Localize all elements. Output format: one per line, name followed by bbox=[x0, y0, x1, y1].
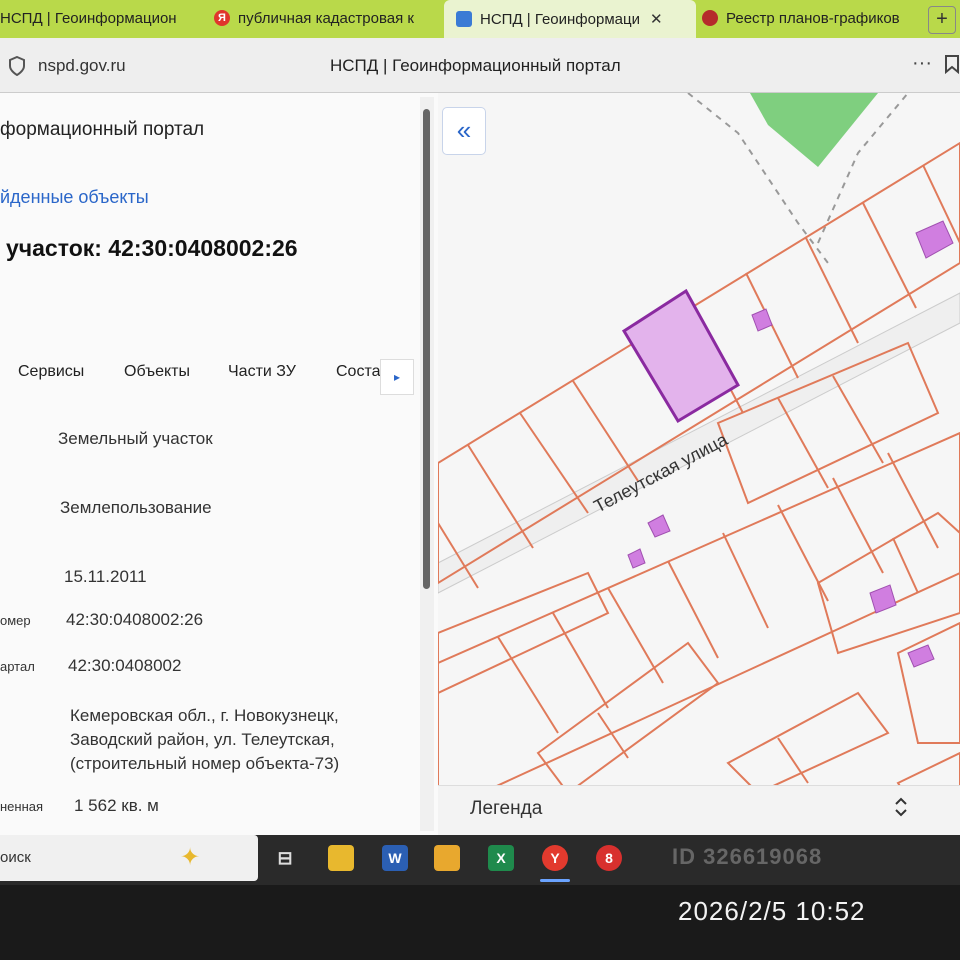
new-tab-button[interactable]: + bbox=[928, 6, 956, 34]
tab-label: НСПД | Геоинформацион bbox=[0, 9, 177, 27]
parcel-title: участок: 42:30:0408002:26 bbox=[6, 235, 298, 261]
address-line: (строительный номер объекта-73) bbox=[70, 754, 340, 773]
photo-timestamp: 2026/2/5 10:52 bbox=[678, 896, 866, 926]
search-placeholder: оиск bbox=[0, 849, 31, 866]
info-tabs: Сервисы Объекты Части ЗУ Соста ▸ bbox=[0, 359, 415, 395]
chevron-updown-icon[interactable] bbox=[894, 796, 908, 823]
found-objects-link[interactable]: йденные объекты bbox=[0, 187, 149, 208]
parcel-row-lower bbox=[438, 341, 960, 815]
tab-composition[interactable]: Соста bbox=[336, 363, 381, 381]
field-number-label: омер bbox=[0, 613, 31, 628]
tab-cadastral-map[interactable]: Я публичная кадастровая к bbox=[214, 0, 436, 36]
folder-icon[interactable] bbox=[434, 845, 460, 871]
page-title: НСПД | Геоинформационный портал bbox=[330, 56, 621, 75]
browser-tab-bar: НСПД | Геоинформацион Я публичная кадаст… bbox=[0, 0, 960, 38]
screen: НСПД | Геоинформацион Я публичная кадаст… bbox=[0, 0, 960, 885]
legend-bar[interactable]: Легенда bbox=[438, 785, 960, 835]
address-line: Заводский район, ул. Телеутская, bbox=[70, 730, 335, 749]
panel-scrollbar[interactable] bbox=[420, 97, 434, 831]
tab-nspd-1[interactable]: НСПД | Геоинформацион bbox=[0, 0, 200, 36]
field-type-value: Земельный участок bbox=[58, 429, 213, 448]
green-zone bbox=[750, 93, 878, 167]
map-canvas[interactable]: Телеутская улица bbox=[438, 93, 960, 835]
portal-title: формационный портал bbox=[0, 119, 205, 140]
field-number-value: 42:30:0408002:26 bbox=[66, 610, 204, 629]
address-bar: nspd.gov.ru НСПД | Геоинформационный пор… bbox=[0, 38, 960, 93]
os-taskbar: оиск ✦ ⊟ W X Y 8 ID 326619068 bbox=[0, 835, 960, 885]
field-area-label: ненная bbox=[0, 799, 44, 814]
active-app-indicator bbox=[540, 879, 570, 882]
field-quarter-value: 42:30:0408002 bbox=[68, 656, 182, 675]
field-area-value: 1 562 кв. м bbox=[74, 796, 159, 815]
field-subtype-value: Землепользование bbox=[60, 498, 212, 517]
file-explorer-icon[interactable] bbox=[328, 845, 354, 871]
tab-services[interactable]: Сервисы bbox=[18, 363, 84, 381]
field-address-value: Кемеровская обл., г. Новокузнецк, Заводс… bbox=[70, 704, 339, 776]
task-view-icon[interactable]: ⊟ bbox=[272, 845, 298, 871]
tab-registry[interactable]: Реестр планов-графиков bbox=[702, 0, 928, 36]
field-quarter-label: артал bbox=[0, 659, 35, 674]
watermark: ID 326619068 bbox=[672, 844, 823, 869]
more-icon[interactable]: ··· bbox=[912, 52, 932, 75]
nspd-icon bbox=[456, 11, 472, 27]
tab-objects[interactable]: Объекты bbox=[124, 363, 190, 381]
scrollbar-thumb[interactable] bbox=[423, 109, 430, 589]
close-tab-icon[interactable]: ✕ bbox=[650, 10, 663, 28]
selected-parcel bbox=[621, 288, 741, 424]
yandex-browser-icon[interactable]: Y bbox=[542, 845, 568, 871]
legend-label[interactable]: Легенда bbox=[470, 798, 542, 820]
tab-parts[interactable]: Части ЗУ bbox=[228, 363, 296, 381]
emblem-icon bbox=[702, 10, 718, 26]
app-icon-8[interactable]: 8 bbox=[596, 845, 622, 871]
tabs-scroll-right-icon[interactable]: ▸ bbox=[380, 359, 414, 395]
sparkle-icon: ✦ bbox=[180, 844, 201, 871]
address-line: Кемеровская обл., г. Новокузнецк, bbox=[70, 706, 339, 725]
word-icon[interactable]: W bbox=[382, 845, 408, 871]
bookmark-icon[interactable] bbox=[944, 54, 960, 79]
domain-text[interactable]: nspd.gov.ru bbox=[38, 56, 126, 76]
map-view[interactable]: Телеутская улица « Легенда bbox=[438, 93, 960, 835]
field-date-value: 15.11.2011 bbox=[64, 567, 147, 586]
tab-label: публичная кадастровая к bbox=[238, 9, 414, 27]
info-panel: формационный портал йденные объекты учас… bbox=[0, 93, 438, 835]
tab-nspd-active[interactable]: НСПД | Геоинформаци ✕ bbox=[444, 0, 696, 38]
collapse-panel-button[interactable]: « bbox=[442, 107, 486, 155]
excel-icon[interactable]: X bbox=[488, 845, 514, 871]
shield-icon[interactable] bbox=[8, 55, 26, 81]
yandex-icon: Я bbox=[214, 10, 230, 26]
taskbar-search[interactable]: оиск ✦ bbox=[0, 835, 258, 881]
tab-label: Реестр планов-графиков bbox=[726, 9, 900, 27]
tab-label: НСПД | Геоинформаци bbox=[480, 10, 640, 28]
